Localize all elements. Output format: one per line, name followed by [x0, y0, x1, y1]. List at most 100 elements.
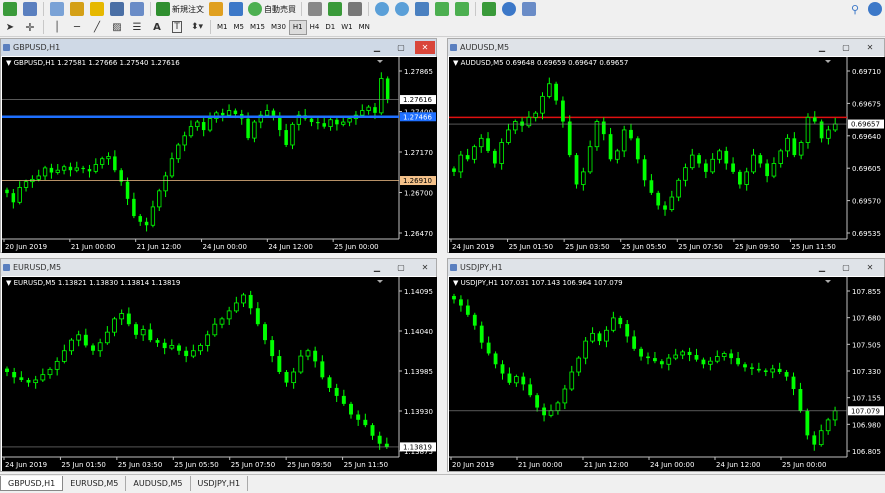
bar-chart-button[interactable]: [307, 1, 323, 17]
data-window-button[interactable]: [89, 1, 105, 17]
close-button[interactable]: ✕: [860, 41, 880, 54]
text-tool-button[interactable]: A: [149, 19, 165, 35]
timeframe-m1-button[interactable]: M1: [214, 20, 231, 35]
price-axis-label: 1.14095: [404, 288, 433, 296]
price-axis-label: 1.14040: [404, 328, 433, 336]
candle-bullish: [669, 196, 675, 211]
timeframe-h4-button[interactable]: H4: [307, 20, 323, 35]
close-icon: ✕: [421, 43, 429, 52]
close-icon: ✕: [866, 43, 874, 52]
chart-shift-button[interactable]: [454, 1, 470, 17]
account-button[interactable]: [867, 1, 883, 17]
metaeditor-button[interactable]: [208, 1, 224, 17]
line-chart-button[interactable]: [347, 1, 363, 17]
chart-window-eurusd[interactable]: EURUSD,M5 ▁ ▢ ✕ ▼ EURUSD,M5 1.13821 1.13…: [0, 258, 437, 472]
close-button[interactable]: ✕: [415, 41, 435, 54]
price-chart[interactable]: ▼ USDJPY,H1 107.031 107.143 106.964 107.…: [449, 277, 885, 471]
maximize-button[interactable]: ▢: [391, 41, 411, 54]
close-button[interactable]: ✕: [860, 261, 880, 274]
timeframe-m15-button[interactable]: M15: [247, 20, 268, 35]
price-axis-label: 0.69640: [852, 133, 881, 141]
candle-bullish: [360, 110, 365, 116]
candle-bearish: [91, 345, 95, 351]
indicators-button[interactable]: [481, 1, 497, 17]
maximize-icon: ▢: [842, 263, 850, 272]
chart-tab-gbpusd-h1[interactable]: GBPUSD,H1: [0, 476, 64, 491]
minimize-button[interactable]: ▁: [812, 261, 832, 274]
price-chart[interactable]: ▼ EURUSD,M5 1.13821 1.13830 1.13814 1.13…: [2, 277, 437, 471]
chart-tab-audusd-m5[interactable]: AUDUSD,M5: [126, 476, 191, 491]
candle-bearish: [701, 359, 706, 365]
periods-button[interactable]: [501, 1, 517, 17]
minimize-button[interactable]: ▁: [812, 41, 832, 54]
tile-windows-button[interactable]: [414, 1, 430, 17]
timeframe-m5-button[interactable]: M5: [231, 20, 248, 35]
market-watch-button[interactable]: [49, 1, 65, 17]
auto-scroll-button[interactable]: [434, 1, 450, 17]
minimize-icon: ▁: [373, 43, 381, 52]
text-label-button[interactable]: T: [169, 19, 185, 35]
chart-window-gbpusd[interactable]: GBPUSD,H1 ▁ ▢ ✕ ▼ GBPUSD,H1 1.27581 1.27…: [0, 38, 437, 253]
chart-window-icon: [450, 44, 457, 51]
timeframe-h1-button[interactable]: H1: [288, 19, 307, 35]
candle-bearish: [724, 150, 729, 164]
timeframe-m30-button[interactable]: M30: [268, 20, 289, 35]
maximize-button[interactable]: ▢: [836, 261, 856, 274]
horizontal-line-button[interactable]: ─: [69, 19, 85, 35]
trendline-button[interactable]: ╱: [89, 19, 105, 35]
candle-bearish: [663, 205, 667, 210]
arrows-button[interactable]: ⬍▾: [189, 19, 205, 35]
timeframe-mn-button[interactable]: MN: [356, 20, 373, 35]
candle-bullish: [226, 110, 232, 116]
candle-bearish: [632, 336, 637, 349]
close-button[interactable]: ✕: [415, 261, 435, 274]
zoom-out-button[interactable]: [394, 1, 410, 17]
vertical-line-button[interactable]: │: [49, 19, 65, 35]
price-chart[interactable]: ▼ GBPUSD,H1 1.27581 1.27666 1.27540 1.27…: [2, 57, 437, 253]
candle-bearish: [148, 329, 153, 341]
new-chart-button[interactable]: [2, 1, 18, 17]
channel-button[interactable]: ▨: [109, 19, 125, 35]
chart-background: [2, 57, 437, 253]
community-button[interactable]: [228, 1, 244, 17]
data-window-icon: [90, 2, 104, 16]
chart-area[interactable]: ▼ USDJPY,H1 107.031 107.143 106.964 107.…: [449, 277, 885, 471]
chart-area[interactable]: ▼ EURUSD,M5 1.13821 1.13830 1.13814 1.13…: [2, 277, 437, 471]
chart-window-audusd[interactable]: AUDUSD,M5 ▁ ▢ ✕ ▼ AUDUSD,M5 0.69648 0.69…: [447, 38, 885, 253]
templates-button[interactable]: [521, 1, 537, 17]
zoom-in-icon: [375, 2, 389, 16]
search-button[interactable]: ⚲: [847, 1, 863, 17]
maximize-button[interactable]: ▢: [836, 41, 856, 54]
candle-bullish: [341, 121, 346, 125]
candle-bearish: [479, 325, 484, 343]
chart-area[interactable]: ▼ GBPUSD,H1 1.27581 1.27666 1.27540 1.27…: [2, 57, 437, 253]
new-order-button[interactable]: 新規注文: [156, 1, 204, 17]
timeframe-d1-button[interactable]: D1: [322, 20, 338, 35]
cursor-tool-button[interactable]: ➤: [2, 19, 18, 35]
zoom-in-button[interactable]: [374, 1, 390, 17]
candle-bearish: [656, 192, 661, 206]
fibonacci-button[interactable]: ☰: [129, 19, 145, 35]
chart-tab-eurusd-m5[interactable]: EURUSD,M5: [63, 476, 127, 491]
candle-bearish: [335, 119, 339, 125]
price-chart[interactable]: ▼ AUDUSD,M5 0.69648 0.69659 0.69647 0.69…: [449, 57, 885, 253]
tester-button[interactable]: [129, 1, 145, 17]
minimize-button[interactable]: ▁: [367, 261, 387, 274]
minimize-button[interactable]: ▁: [367, 41, 387, 54]
candle-bullish: [587, 146, 593, 173]
timeframe-w1-button[interactable]: W1: [338, 20, 355, 35]
profiles-button[interactable]: [22, 1, 38, 17]
chart-area[interactable]: ▼ AUDUSD,M5 0.69648 0.69659 0.69647 0.69…: [449, 57, 885, 253]
auto-trading-button[interactable]: 自動売買: [248, 1, 296, 17]
maximize-button[interactable]: ▢: [391, 261, 411, 274]
crosshair-tool-button[interactable]: ✛: [22, 19, 38, 35]
candlestick-button[interactable]: [327, 1, 343, 17]
candle-bearish: [177, 345, 181, 351]
candle-bearish: [812, 117, 817, 122]
chart-tab-usdjpy-h1[interactable]: USDJPY,H1: [191, 476, 249, 491]
chart-window-usdjpy[interactable]: USDJPY,H1 ▁ ▢ ✕ ▼ USDJPY,H1 107.031 107.…: [447, 258, 885, 472]
candle-bearish: [125, 181, 130, 199]
navigator-button[interactable]: [69, 1, 85, 17]
terminal-button[interactable]: [109, 1, 125, 17]
maximize-icon: ▢: [397, 43, 405, 52]
